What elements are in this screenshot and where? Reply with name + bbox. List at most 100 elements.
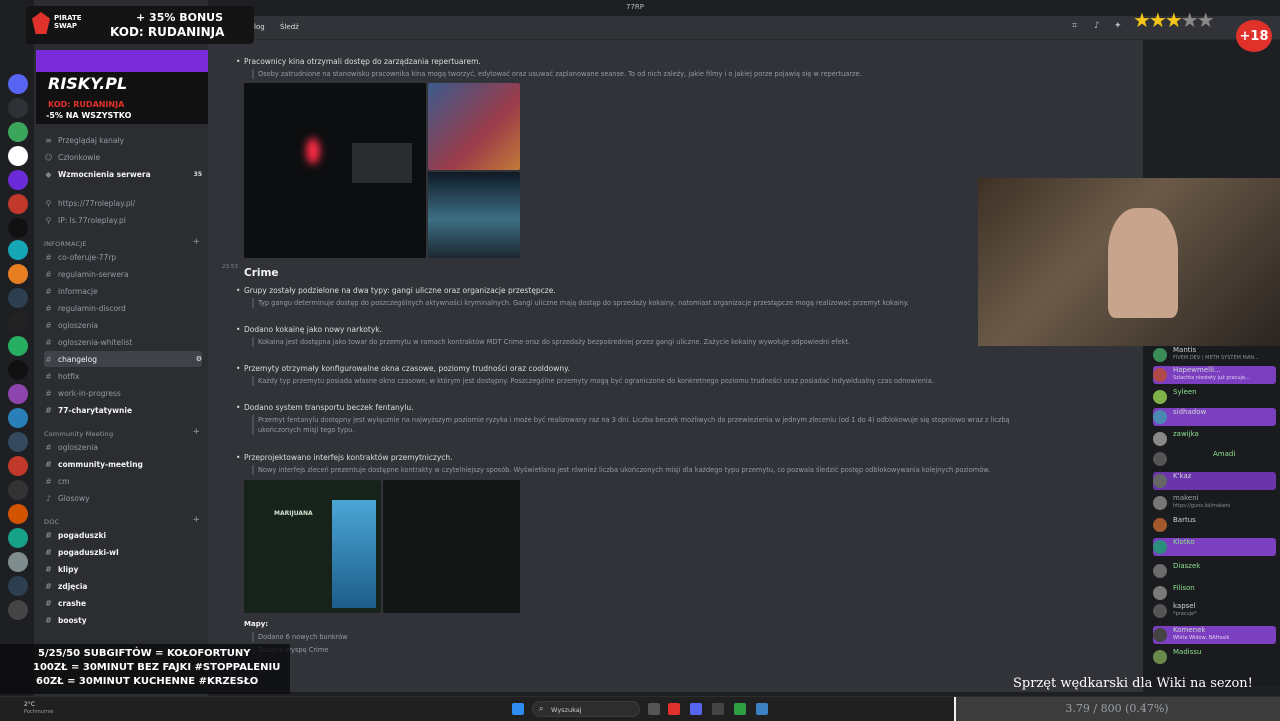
link-website-label: https://77roleplay.pl/ bbox=[58, 198, 136, 208]
chat-text: White Widow, BAHosik bbox=[1173, 635, 1230, 641]
category-meeting[interactable]: Community Meeting bbox=[44, 430, 113, 438]
channel-label: pogaduszki bbox=[58, 530, 107, 540]
server-icon[interactable] bbox=[8, 98, 28, 118]
tab-log[interactable]: log bbox=[254, 23, 265, 31]
channel-item[interactable]: # co-oferuje-77rp bbox=[44, 249, 202, 265]
channel-item[interactable]: # cm bbox=[44, 473, 202, 489]
crime-item-desc: Kokaina jest dostępna jako towar do prze… bbox=[252, 337, 850, 347]
channel-item[interactable]: # zdjęcia bbox=[44, 578, 202, 594]
start-icon[interactable] bbox=[512, 703, 524, 715]
chat-text: FIVEM DEV | METH SYSTEM MAN... bbox=[1173, 355, 1259, 361]
server-icon[interactable] bbox=[8, 456, 28, 476]
chat-message: Filison bbox=[1153, 584, 1276, 602]
server-icon[interactable] bbox=[8, 408, 28, 428]
link-ip[interactable]: ⚲ IP: ls.77roleplay.pl bbox=[44, 212, 202, 228]
server-icon[interactable] bbox=[8, 170, 28, 190]
contract-ui-screenshot[interactable] bbox=[383, 480, 520, 613]
server-icon[interactable] bbox=[8, 576, 28, 596]
server-icon[interactable] bbox=[8, 288, 28, 308]
server-icon[interactable] bbox=[8, 122, 28, 142]
search-input[interactable]: ⌕ Wyszukaj bbox=[532, 701, 640, 717]
channel-item[interactable]: # work-in-progress bbox=[44, 385, 202, 401]
category-info[interactable]: INFORMACJE bbox=[44, 240, 87, 248]
browse-channels[interactable]: ≡ Przeglądaj kanały bbox=[44, 132, 202, 148]
chat-username: Mantis bbox=[1173, 346, 1197, 354]
channel-item[interactable]: # pogaduszki bbox=[44, 527, 202, 543]
server-icon[interactable] bbox=[8, 336, 28, 356]
channel-item[interactable]: # community-meeting bbox=[44, 456, 202, 472]
app-icon[interactable] bbox=[734, 703, 746, 715]
server-icon[interactable] bbox=[8, 312, 28, 332]
category-doc[interactable]: DOC bbox=[44, 518, 59, 526]
server-icon[interactable] bbox=[8, 194, 28, 214]
server-icon[interactable] bbox=[8, 480, 28, 500]
server-icon[interactable] bbox=[8, 146, 28, 166]
discord-icon[interactable] bbox=[690, 703, 702, 715]
server-icon[interactable] bbox=[8, 264, 28, 284]
link-website[interactable]: ⚲ https://77roleplay.pl/ bbox=[44, 195, 202, 211]
channel-item[interactable]: # hotfix bbox=[44, 368, 202, 384]
server-icon[interactable] bbox=[8, 218, 28, 238]
cinema-screenshot-dark[interactable] bbox=[244, 83, 426, 258]
goals-overlay: 5/25/50 SUBGIFTÓW = KOŁOFORTUNY 100ZŁ = … bbox=[0, 644, 290, 694]
contract-ui-screenshot[interactable]: MARIJUANA bbox=[244, 480, 381, 613]
channel-item[interactable]: # regulamin-discord bbox=[44, 300, 202, 316]
members[interactable]: ☺ Członkowie bbox=[44, 149, 202, 165]
browser-icon[interactable] bbox=[668, 703, 680, 715]
hash-icon: # bbox=[45, 581, 52, 591]
avatar bbox=[1153, 348, 1167, 362]
channel-item[interactable]: # ogloszenia-whitelist bbox=[44, 334, 202, 350]
hash-icon: # bbox=[45, 405, 52, 415]
server-icon[interactable] bbox=[8, 74, 28, 94]
server-icon[interactable] bbox=[8, 528, 28, 548]
server-boosts[interactable]: ◆ Wzmocnienia serwera 35 bbox=[44, 166, 202, 182]
pin-icon[interactable]: ✦ bbox=[1114, 21, 1122, 31]
settings-icon[interactable]: ⚙ bbox=[196, 355, 202, 363]
maps-item: Dodano 6 nowych bunkrów bbox=[252, 632, 348, 642]
channel-item[interactable]: #77-charytatywnie bbox=[44, 402, 202, 418]
channel-item[interactable]: # pogaduszki-wl bbox=[44, 544, 202, 560]
channel-item-active[interactable]: # changelog ⚙ bbox=[44, 351, 202, 367]
tab-follow[interactable]: Śledź bbox=[280, 23, 299, 31]
task-view-icon[interactable] bbox=[648, 703, 660, 715]
channel-item[interactable]: # informacje bbox=[44, 283, 202, 299]
app-icon[interactable] bbox=[712, 703, 724, 715]
avatar bbox=[1153, 540, 1167, 554]
avatar bbox=[1153, 518, 1167, 532]
channel-label: ogloszenia-whitelist bbox=[58, 337, 133, 347]
channel-item[interactable]: # klipy bbox=[44, 561, 202, 577]
ticker-text: Sprzęt wędkarski dla Wiki na sezon! bbox=[1013, 676, 1253, 691]
server-icon[interactable] bbox=[8, 432, 28, 452]
server-rail bbox=[0, 0, 34, 700]
cinema-screenshot-exterior[interactable] bbox=[428, 172, 520, 258]
server-icon[interactable] bbox=[8, 552, 28, 572]
channel-item[interactable]: # crashe bbox=[44, 595, 202, 611]
channel-item[interactable]: # regulamin-serwera bbox=[44, 266, 202, 282]
channel-label: klipy bbox=[58, 564, 79, 574]
server-icon[interactable] bbox=[8, 360, 28, 380]
notifications-icon[interactable]: ♪ bbox=[1094, 21, 1100, 31]
channel-item[interactable]: # boosty bbox=[44, 612, 202, 628]
add-channel-icon[interactable]: + bbox=[192, 427, 200, 437]
avatar bbox=[1153, 368, 1167, 382]
channel-item[interactable]: # ogloszenia bbox=[44, 439, 202, 455]
server-icon[interactable] bbox=[8, 240, 28, 260]
chat-message-highlight: K'kaz bbox=[1153, 472, 1276, 490]
server-icon[interactable] bbox=[8, 384, 28, 404]
avatar bbox=[1153, 452, 1167, 466]
cinema-screenshot-lobby[interactable] bbox=[428, 83, 520, 170]
threads-icon[interactable]: ⌗ bbox=[1072, 21, 1077, 31]
app-icon[interactable] bbox=[756, 703, 768, 715]
chat-username: Komenek bbox=[1173, 626, 1206, 634]
voice-channel[interactable]: ♪ Glosowy bbox=[44, 490, 202, 506]
chat-username: Amadi bbox=[1213, 450, 1236, 458]
server-icon[interactable] bbox=[8, 600, 28, 620]
add-channel-icon[interactable]: + bbox=[192, 515, 200, 525]
hash-icon: # bbox=[45, 459, 52, 469]
chat-username: makeni bbox=[1173, 494, 1199, 502]
add-channel-icon[interactable]: + bbox=[192, 237, 200, 247]
channel-item[interactable]: # ogloszenia bbox=[44, 317, 202, 333]
chat-username: Syleen bbox=[1173, 388, 1197, 396]
message-area: Pracownicy kina otrzymali dostęp do zarz… bbox=[208, 40, 1143, 692]
server-icon[interactable] bbox=[8, 504, 28, 524]
